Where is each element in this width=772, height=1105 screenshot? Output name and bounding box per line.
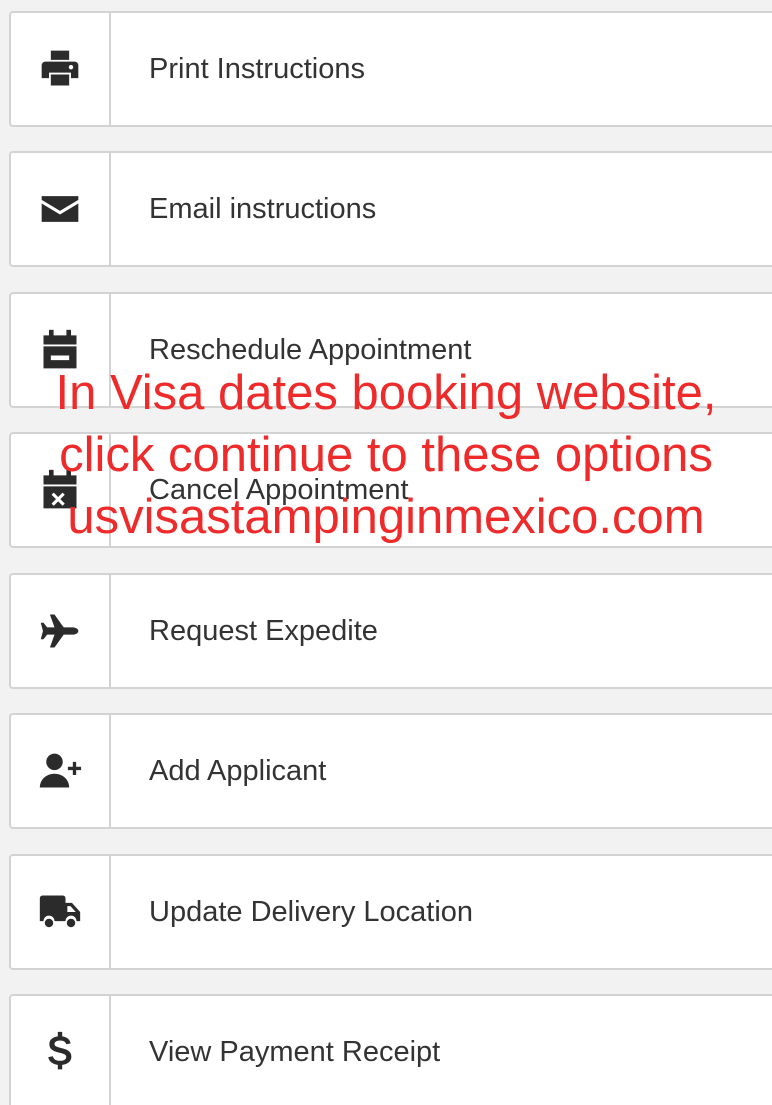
- page: Print Instructions Email instructions Re…: [0, 0, 772, 1105]
- calendar-times-icon: [11, 434, 111, 546]
- email-instructions-option[interactable]: Email instructions: [9, 151, 772, 267]
- option-label: Add Applicant: [149, 754, 327, 787]
- calendar-minus-icon: [11, 294, 111, 406]
- option-label: Reschedule Appointment: [149, 333, 472, 366]
- print-instructions-option[interactable]: Print Instructions: [9, 11, 772, 127]
- update-delivery-location-option[interactable]: Update Delivery Location: [9, 854, 772, 970]
- option-label: Request Expedite: [149, 614, 378, 647]
- truck-icon: [11, 856, 111, 968]
- add-applicant-option[interactable]: Add Applicant: [9, 713, 772, 829]
- request-expedite-option[interactable]: Request Expedite: [9, 573, 772, 689]
- print-icon: [11, 13, 111, 125]
- plane-icon: [11, 575, 111, 687]
- reschedule-appointment-option[interactable]: Reschedule Appointment: [9, 292, 772, 408]
- option-label: Print Instructions: [149, 52, 365, 85]
- view-payment-receipt-option[interactable]: View Payment Receipt: [9, 994, 772, 1105]
- envelope-icon: [11, 153, 111, 265]
- user-plus-icon: [11, 715, 111, 827]
- option-label: Cancel Appointment: [149, 473, 409, 506]
- option-label: View Payment Receipt: [149, 1035, 441, 1068]
- cancel-appointment-option[interactable]: Cancel Appointment: [9, 432, 772, 548]
- option-label: Update Delivery Location: [149, 895, 474, 928]
- dollar-icon: [11, 996, 111, 1105]
- option-label: Email instructions: [149, 192, 377, 225]
